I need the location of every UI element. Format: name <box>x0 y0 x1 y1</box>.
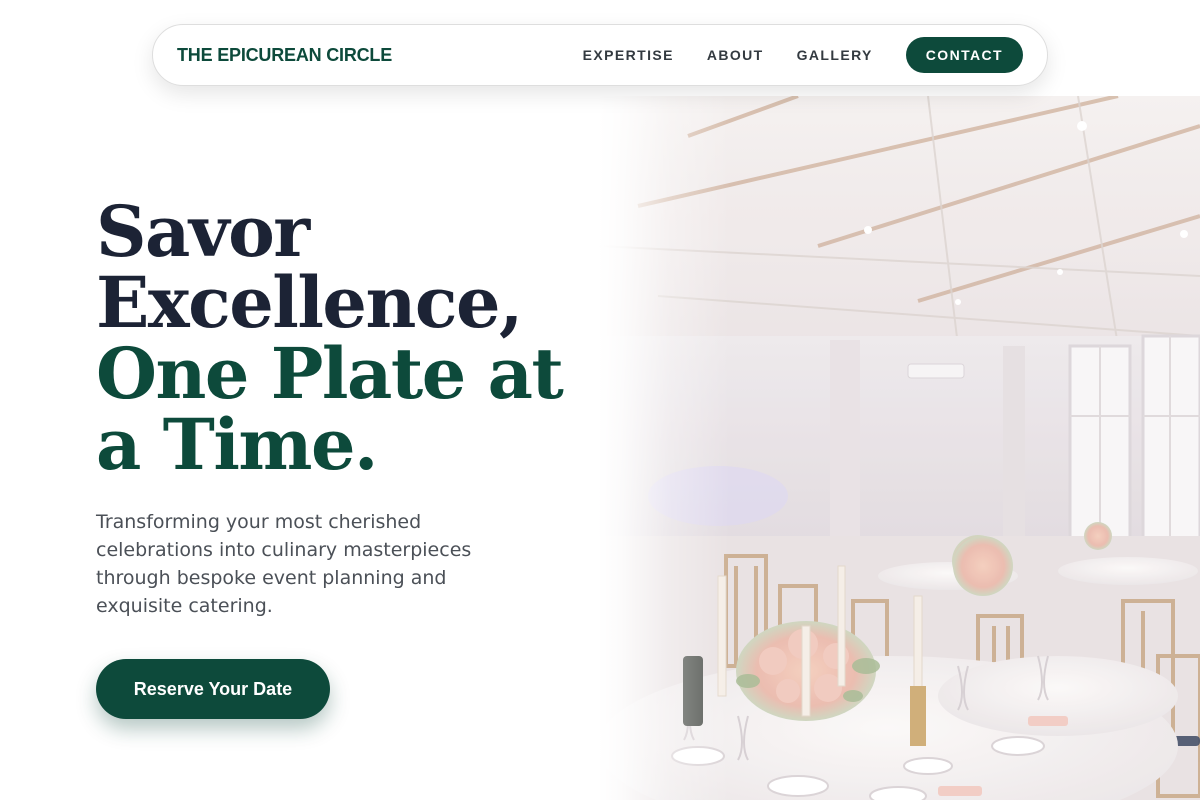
headline-line-2: Excellence, <box>96 261 523 344</box>
headline-line-1: Savor <box>96 190 310 273</box>
reserve-date-button[interactable]: Reserve Your Date <box>96 659 330 719</box>
hero-subtitle: Transforming your most cherished celebra… <box>96 511 472 617</box>
nav-link-about[interactable]: ABOUT <box>707 47 764 63</box>
nav-link-gallery[interactable]: GALLERY <box>797 47 873 63</box>
nav-links: EXPERTISE ABOUT GALLERY CONTACT <box>583 37 1023 73</box>
nav-link-expertise[interactable]: EXPERTISE <box>583 47 674 63</box>
headline-line-3: One Plate at <box>96 332 564 415</box>
brand-logo[interactable]: THE EPICUREAN CIRCLE <box>177 45 392 66</box>
hero-section: THE EPICUREAN CIRCLE EXPERTISE ABOUT GAL… <box>0 0 1200 800</box>
banquet-hall-image <box>598 96 1200 800</box>
contact-button[interactable]: CONTACT <box>905 37 1023 73</box>
hero-copy: Savor Excellence, One Plate at a Time. T… <box>96 196 566 620</box>
top-navigation: THE EPICUREAN CIRCLE EXPERTISE ABOUT GAL… <box>152 24 1048 86</box>
headline-line-4: a Time. <box>96 403 378 486</box>
hero-headline: Savor Excellence, One Plate at a Time. <box>96 196 566 480</box>
